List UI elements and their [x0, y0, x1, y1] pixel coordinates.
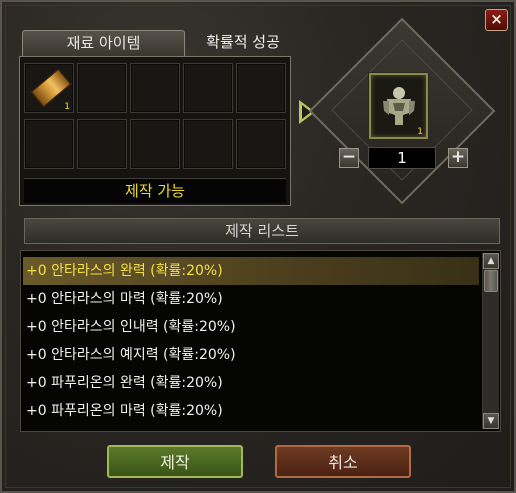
craft-button[interactable]: 제작	[107, 445, 243, 478]
list-item[interactable]: +0 안타라스의 마력 (확률:20%)	[23, 285, 479, 313]
craft-status-text: 제작 가능	[24, 178, 286, 203]
list-item[interactable]: +0 안타라스의 인내력 (확률:20%)	[23, 313, 479, 341]
material-slot[interactable]	[183, 119, 233, 169]
crafting-window: × 재료 아이템 확률적 성공 1 제작 가능 1 − 1 + 제작 리스트 +…	[0, 0, 516, 493]
result-item-slot[interactable]: 1	[369, 73, 428, 139]
material-slot[interactable]	[183, 63, 233, 113]
plus-icon: +	[450, 147, 466, 167]
craft-list-header: 제작 리스트	[24, 218, 500, 244]
chevron-down-icon: ▼	[487, 416, 495, 426]
material-slots-panel: 1 제작 가능	[19, 56, 291, 206]
list-item[interactable]: +0 파푸리온의 완력 (확률:20%)	[23, 369, 479, 397]
close-icon: ×	[490, 10, 503, 28]
scroll-down-button[interactable]: ▼	[483, 413, 499, 429]
tab-material-items[interactable]: 재료 아이템	[22, 30, 185, 56]
close-button[interactable]: ×	[485, 9, 508, 31]
quantity-increase-button[interactable]: +	[448, 148, 468, 168]
chevron-up-icon: ▲	[487, 256, 495, 266]
craft-list: +0 안타라스의 완력 (확률:20%) +0 안타라스의 마력 (확률:20%…	[20, 250, 501, 432]
scroll-thumb[interactable]	[484, 270, 498, 292]
material-slot[interactable]	[236, 63, 286, 113]
scroll-up-button[interactable]: ▲	[483, 253, 499, 269]
material-slot[interactable]	[77, 63, 127, 113]
material-slot[interactable]	[24, 119, 74, 169]
list-scrollbar[interactable]: ▲ ▼	[482, 253, 499, 429]
material-slot[interactable]	[77, 119, 127, 169]
minus-icon: −	[341, 147, 357, 167]
tab-probability-success[interactable]: 확률적 성공	[188, 30, 298, 56]
cancel-button[interactable]: 취소	[275, 445, 411, 478]
armor-figure-icon	[383, 87, 415, 125]
result-qty-badge: 1	[417, 127, 423, 137]
material-slot[interactable]	[130, 119, 180, 169]
list-item[interactable]: +0 파푸리온의 마력 (확률:20%)	[23, 397, 479, 425]
material-slot[interactable]: 1	[24, 63, 74, 113]
list-item[interactable]: +0 안타라스의 예지력 (확률:20%)	[23, 341, 479, 369]
material-slot[interactable]	[130, 63, 180, 113]
material-slot[interactable]	[236, 119, 286, 169]
list-item[interactable]: +0 안타라스의 완력 (확률:20%)	[23, 257, 479, 285]
quantity-decrease-button[interactable]: −	[339, 148, 359, 168]
material-qty: 1	[64, 102, 70, 112]
quantity-input[interactable]: 1	[368, 147, 436, 169]
